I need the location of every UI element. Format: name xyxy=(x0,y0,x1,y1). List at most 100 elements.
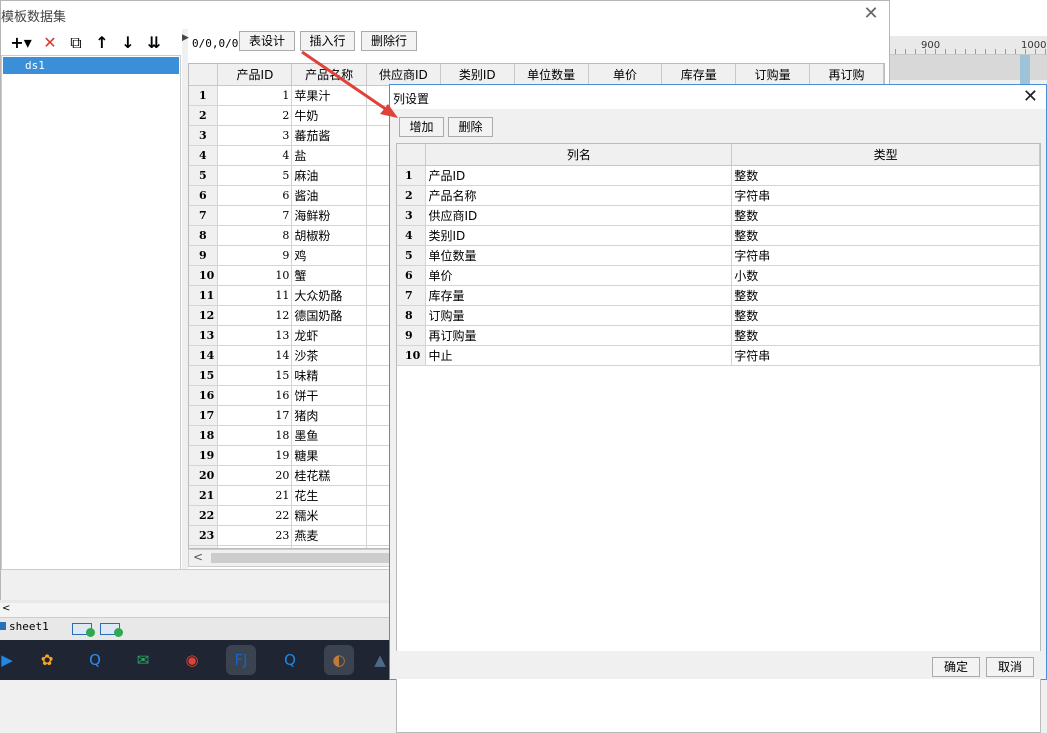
column-header[interactable]: 供应商ID xyxy=(366,64,441,86)
column-type-cell[interactable]: 整数 xyxy=(731,205,1040,226)
column-type-cell[interactable]: 整数 xyxy=(731,285,1040,306)
column-header[interactable]: 类别ID xyxy=(440,64,515,86)
column-row[interactable]: 10 中止 字符串 xyxy=(397,345,1040,366)
product-name-cell[interactable]: 花生 xyxy=(291,485,367,506)
column-name-cell[interactable]: 产品名称 xyxy=(425,185,733,206)
column-type-cell[interactable]: 整数 xyxy=(731,165,1040,186)
sheet-tab[interactable]: sheet1 xyxy=(0,620,60,637)
column-name-cell[interactable]: 中止 xyxy=(425,345,733,366)
product-id-cell[interactable]: 11 xyxy=(217,285,293,306)
row-number[interactable]: 10 xyxy=(189,265,219,286)
column-name-cell[interactable]: 类别ID xyxy=(425,225,733,246)
column-header[interactable]: 产品名称 xyxy=(291,64,367,86)
delete-row-button[interactable]: 删除行 xyxy=(361,31,417,51)
product-name-cell[interactable]: 海鲜粉 xyxy=(291,205,367,226)
product-name-cell[interactable]: 盐 xyxy=(291,145,367,166)
row-number[interactable]: 20 xyxy=(189,465,219,486)
row-number[interactable]: 12 xyxy=(189,305,219,326)
qq-browser-icon[interactable]: ✿ xyxy=(32,645,62,675)
column-name-cell[interactable]: 再订购量 xyxy=(425,325,733,346)
add-column-button[interactable]: 增加 xyxy=(399,117,444,137)
app-icon[interactable]: ◐ xyxy=(324,645,354,675)
ok-button[interactable]: 确定 xyxy=(932,657,980,677)
product-name-cell[interactable]: 糖果 xyxy=(291,445,367,466)
column-row[interactable]: 1 产品ID 整数 xyxy=(397,165,1040,186)
scroll-left-icon[interactable]: < xyxy=(2,603,10,614)
add-dashboard-sheet-icon[interactable] xyxy=(100,623,123,637)
column-header[interactable]: 订购量 xyxy=(735,64,811,86)
row-number[interactable]: 4 xyxy=(397,225,427,246)
row-number[interactable]: 14 xyxy=(189,345,219,366)
add-dataset-icon[interactable]: +▾ xyxy=(7,32,35,54)
product-id-cell[interactable]: 14 xyxy=(217,345,293,366)
column-row[interactable]: 3 供应商ID 整数 xyxy=(397,205,1040,226)
app2-icon[interactable]: ▲ xyxy=(370,645,390,675)
product-name-cell[interactable]: 鸡 xyxy=(291,245,367,266)
product-id-cell[interactable]: 12 xyxy=(217,305,293,326)
qq-icon[interactable]: Q xyxy=(275,645,305,675)
product-name-cell[interactable]: 桂花糕 xyxy=(291,465,367,486)
column-type-cell[interactable]: 字符串 xyxy=(731,245,1040,266)
search-icon[interactable]: Q xyxy=(80,645,110,675)
row-number[interactable]: 5 xyxy=(397,245,427,266)
row-number[interactable]: 16 xyxy=(189,385,219,406)
product-id-cell[interactable]: 21 xyxy=(217,485,293,506)
delete-icon[interactable]: ✕ xyxy=(39,32,61,54)
table-design-button[interactable]: 表设计 xyxy=(239,31,295,51)
column-name-header[interactable]: 列名 xyxy=(425,144,733,166)
scroll-left-icon[interactable]: < xyxy=(193,550,203,564)
row-number[interactable]: 6 xyxy=(189,185,219,206)
product-id-cell[interactable]: 3 xyxy=(217,125,293,146)
column-type-cell[interactable]: 字符串 xyxy=(731,185,1040,206)
move-up-icon[interactable]: ↑ xyxy=(91,32,113,54)
product-id-cell[interactable]: 8 xyxy=(217,225,293,246)
cancel-button[interactable]: 取消 xyxy=(986,657,1034,677)
column-name-cell[interactable]: 产品ID xyxy=(425,165,733,186)
row-number[interactable]: 8 xyxy=(397,305,427,326)
product-name-cell[interactable]: 酱油 xyxy=(291,185,367,206)
column-type-cell[interactable]: 整数 xyxy=(731,225,1040,246)
delete-column-button[interactable]: 删除 xyxy=(448,117,493,137)
row-number[interactable]: 9 xyxy=(397,325,427,346)
row-number[interactable]: 23 xyxy=(189,525,219,546)
product-id-cell[interactable]: 18 xyxy=(217,425,293,446)
row-number[interactable]: 2 xyxy=(397,185,427,206)
column-header[interactable]: 单位数量 xyxy=(514,64,589,86)
add-report-sheet-icon[interactable] xyxy=(72,623,95,637)
product-name-cell[interactable]: 蕃茄酱 xyxy=(291,125,367,146)
column-type-cell[interactable]: 整数 xyxy=(731,305,1040,326)
dataset-item-ds1[interactable]: ds1 xyxy=(3,57,179,74)
column-row[interactable]: 8 订购量 整数 xyxy=(397,305,1040,326)
product-name-cell[interactable]: 苹果汁 xyxy=(291,85,367,106)
product-id-cell[interactable]: 19 xyxy=(217,445,293,466)
row-number[interactable]: 13 xyxy=(189,325,219,346)
row-number[interactable]: 6 xyxy=(397,265,427,286)
product-name-cell[interactable]: 墨鱼 xyxy=(291,425,367,446)
product-name-cell[interactable]: 燕麦 xyxy=(291,525,367,546)
column-name-cell[interactable]: 单位数量 xyxy=(425,245,733,266)
row-number[interactable]: 3 xyxy=(189,125,219,146)
row-number[interactable]: 21 xyxy=(189,485,219,506)
product-name-cell[interactable]: 沙茶 xyxy=(291,345,367,366)
column-name-cell[interactable]: 库存量 xyxy=(425,285,733,306)
product-name-cell[interactable]: 大众奶酪 xyxy=(291,285,367,306)
row-number[interactable]: 1 xyxy=(189,85,219,106)
sort-icon[interactable]: ⇊ xyxy=(143,32,165,54)
column-type-cell[interactable]: 字符串 xyxy=(731,345,1040,366)
media-player-icon[interactable]: ▶ xyxy=(0,645,14,675)
column-row[interactable]: 9 再订购量 整数 xyxy=(397,325,1040,346)
product-id-cell[interactable]: 7 xyxy=(217,205,293,226)
row-number[interactable]: 8 xyxy=(189,225,219,246)
product-id-cell[interactable]: 6 xyxy=(217,185,293,206)
row-number[interactable]: 7 xyxy=(397,285,427,306)
column-row[interactable]: 5 单位数量 字符串 xyxy=(397,245,1040,266)
move-down-icon[interactable]: ↓ xyxy=(117,32,139,54)
copy-icon[interactable]: ⧉ xyxy=(65,32,87,54)
row-number[interactable]: 7 xyxy=(189,205,219,226)
row-number[interactable]: 15 xyxy=(189,365,219,386)
close-icon[interactable]: ✕ xyxy=(861,4,881,24)
product-name-cell[interactable]: 味精 xyxy=(291,365,367,386)
column-type-cell[interactable]: 整数 xyxy=(731,325,1040,346)
row-number[interactable]: 10 xyxy=(397,345,427,366)
row-number[interactable]: 18 xyxy=(189,425,219,446)
